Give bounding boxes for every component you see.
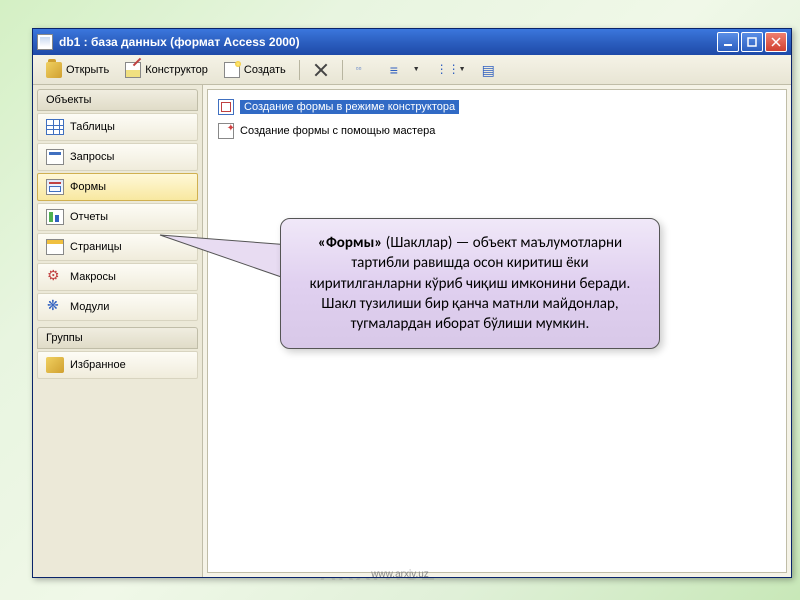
sidebar-item-label: Страницы [70, 241, 122, 253]
view-details-button[interactable] [475, 58, 507, 82]
list-item-label: Создание формы в режиме конструктора [240, 100, 459, 114]
sidebar: Объекты Таблицы Запросы Формы Отчеты Стр… [33, 85, 203, 577]
sidebar-item-label: Избранное [70, 359, 126, 371]
new-icon [224, 62, 240, 78]
design-label: Конструктор [145, 64, 208, 76]
delete-icon [313, 62, 329, 78]
list-item-create-form-constructor[interactable]: Создание формы в режиме конструктора [214, 96, 780, 118]
sidebar-item-favorites[interactable]: Избранное [37, 351, 198, 379]
objects-header[interactable]: Объекты [37, 89, 198, 111]
new-button[interactable]: Создать [217, 58, 293, 82]
details-icon [482, 62, 500, 78]
sidebar-item-queries[interactable]: Запросы [37, 143, 198, 171]
sidebar-item-forms[interactable]: Формы [37, 173, 198, 201]
design-icon [125, 62, 141, 78]
list-item-label: Создание формы с помощью мастера [240, 125, 435, 137]
minimize-button[interactable] [717, 32, 739, 52]
sidebar-item-label: Формы [70, 181, 106, 193]
sidebar-item-tables[interactable]: Таблицы [37, 113, 198, 141]
sidebar-item-label: Таблицы [70, 121, 115, 133]
maximize-button[interactable] [741, 32, 763, 52]
sidebar-item-label: Отчеты [70, 211, 108, 223]
sidebar-item-reports[interactable]: Отчеты [37, 203, 198, 231]
table-icon [46, 119, 64, 135]
explanation-callout: «Формы» (Шакллар) — объект маълумотларни… [280, 218, 660, 349]
chevron-down-icon: ▼ [413, 66, 420, 73]
separator [342, 60, 343, 80]
delete-button[interactable] [306, 58, 336, 82]
open-label: Открыть [66, 64, 109, 76]
footer-url: www.arxiv.uz [371, 569, 429, 580]
view-small-icons-button[interactable]: ▼ [383, 58, 427, 82]
titlebar: db1 : база данных (формат Access 2000) [33, 29, 791, 55]
constructor-icon [218, 99, 234, 115]
open-button[interactable]: Открыть [39, 58, 116, 82]
sidebar-item-label: Макросы [70, 271, 116, 283]
query-icon [46, 149, 64, 165]
view-large-icons-button[interactable] [349, 58, 381, 82]
callout-text: «Формы» (Шакллар) — объект маълумотларни… [310, 234, 631, 333]
separator [299, 60, 300, 80]
macro-icon [46, 269, 64, 285]
toolbar: Открыть Конструктор Создать ▼ ▼ [33, 55, 791, 85]
module-icon [46, 299, 64, 315]
report-icon [46, 209, 64, 225]
folder-icon [46, 357, 64, 373]
small-icons-icon [390, 62, 408, 78]
wizard-icon [218, 123, 234, 139]
form-icon [46, 179, 64, 195]
list-item-create-form-wizard[interactable]: Создание формы с помощью мастера [214, 120, 780, 142]
page-icon [46, 239, 64, 255]
sidebar-item-label: Модули [70, 301, 109, 313]
design-button[interactable]: Конструктор [118, 58, 215, 82]
new-label: Создать [244, 64, 286, 76]
groups-header[interactable]: Группы [37, 327, 198, 349]
large-icons-icon [356, 62, 374, 78]
window-title: db1 : база данных (формат Access 2000) [59, 35, 300, 49]
chevron-down-icon: ▼ [459, 66, 466, 73]
view-list-button[interactable]: ▼ [429, 58, 473, 82]
sidebar-item-label: Запросы [70, 151, 114, 163]
list-icon [436, 62, 454, 78]
app-icon [37, 34, 53, 50]
open-icon [46, 62, 62, 78]
close-button[interactable] [765, 32, 787, 52]
